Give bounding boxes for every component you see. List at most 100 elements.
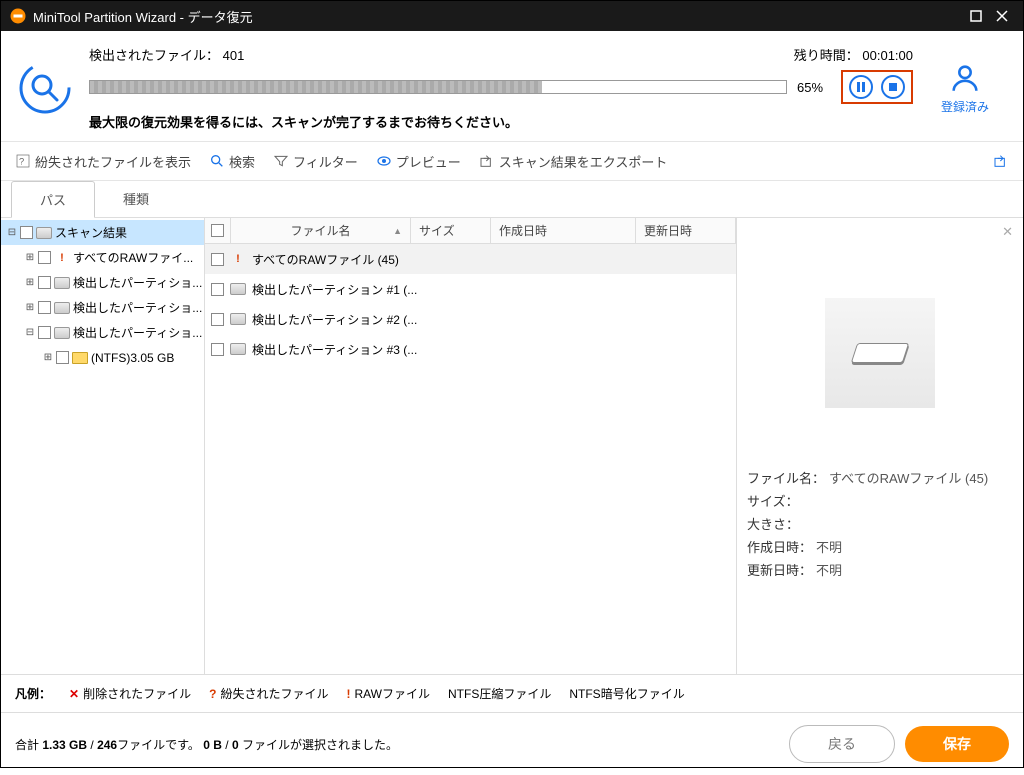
preview-close-button[interactable]: ✕ — [1002, 224, 1013, 240]
column-checkbox[interactable] — [205, 218, 231, 243]
tab-type[interactable]: 種類 — [95, 181, 177, 217]
svg-text:?: ? — [19, 156, 24, 166]
tree-row[interactable]: ⊞ 検出したパーティショ... — [1, 295, 204, 320]
tabs: パス 種類 — [1, 181, 1023, 218]
preview-button[interactable]: プレビュー — [376, 152, 461, 171]
account-area[interactable]: 登録済み — [925, 61, 1005, 115]
tree-checkbox[interactable] — [56, 351, 69, 364]
legend-compressed: NTFS圧縮ファイル — [448, 685, 551, 702]
file-checkbox[interactable] — [211, 283, 224, 296]
share-button[interactable] — [993, 153, 1009, 169]
back-button[interactable]: 戻る — [789, 725, 895, 763]
filecount-value: 401 — [223, 48, 245, 63]
tree-checkbox[interactable] — [38, 326, 51, 339]
preview-mdate-value: 不明 — [816, 563, 842, 578]
file-row[interactable]: 検出したパーティション #3 (... — [205, 334, 736, 364]
raw-icon: ! — [54, 252, 70, 264]
expand-icon[interactable]: ⊞ — [25, 277, 35, 288]
legend-encrypted: NTFS暗号化ファイル — [569, 685, 684, 702]
file-row[interactable]: 検出したパーティション #1 (... — [205, 274, 736, 304]
tree-label: すべてのRAWファイ... — [73, 249, 193, 266]
tree-checkbox[interactable] — [38, 276, 51, 289]
tab-path[interactable]: パス — [11, 181, 95, 218]
preview-name-value: すべてのRAWファイル (45) — [829, 471, 988, 486]
preview-mdate-label: 更新日時： — [747, 563, 812, 578]
file-label: 検出したパーティション #1 (... — [252, 281, 417, 298]
folder-icon — [72, 352, 88, 364]
preview-bigness-label: 大きさ： — [747, 517, 799, 532]
maximize-button[interactable] — [963, 3, 989, 29]
scan-message: 最大限の復元効果を得るには、スキャンが完了するまでお待ちください。 — [89, 112, 913, 131]
expand-icon[interactable]: ⊟ — [7, 227, 17, 238]
legend-title: 凡例： — [15, 685, 51, 702]
column-filename[interactable]: ファイル名▲ — [231, 218, 411, 243]
drive-icon — [54, 277, 70, 289]
disk-icon — [851, 343, 909, 363]
drive-icon — [230, 313, 246, 325]
file-label: 検出したパーティション #2 (... — [252, 311, 417, 328]
legend-lost: ?紛失されたファイル — [209, 685, 328, 702]
file-list: ファイル名▲ サイズ 作成日時 更新日時 !すべてのRAWファイル (45) 検出… — [205, 218, 737, 674]
file-checkbox[interactable] — [211, 253, 224, 266]
tree-label: スキャン結果 — [55, 224, 127, 241]
tree-row[interactable]: ⊞ (NTFS)3.05 GB — [1, 345, 204, 370]
stop-button[interactable] — [881, 75, 905, 99]
tree-row[interactable]: ⊟ スキャン結果 — [1, 220, 204, 245]
file-row[interactable]: 検出したパーティション #2 (... — [205, 304, 736, 334]
column-created[interactable]: 作成日時 — [491, 218, 636, 243]
tree-label: 検出したパーティショ... — [73, 299, 202, 316]
column-size[interactable]: サイズ — [411, 218, 491, 243]
preview-thumbnail — [825, 298, 935, 408]
preview-name-label: ファイル名： — [747, 471, 825, 486]
app-logo-icon — [9, 7, 27, 25]
tree-checkbox[interactable] — [38, 301, 51, 314]
drive-icon — [36, 227, 52, 239]
legend: 凡例： ✕削除されたファイル ?紛失されたファイル !RAWファイル NTFS圧… — [1, 674, 1023, 712]
tree-row[interactable]: ⊞検出したパーティショ... — [1, 270, 204, 295]
tree-label: (NTFS)3.05 GB — [91, 351, 174, 365]
titlebar: MiniTool Partition Wizard - データ復元 — [1, 1, 1023, 31]
pause-button[interactable] — [849, 75, 873, 99]
filter-button[interactable]: フィルター — [273, 152, 358, 171]
tree-row[interactable]: ⊞!すべてのRAWファイ... — [1, 245, 204, 270]
tree-checkbox[interactable] — [20, 226, 33, 239]
column-modified[interactable]: 更新日時 — [636, 218, 736, 243]
drive-icon — [230, 283, 246, 295]
file-checkbox[interactable] — [211, 343, 224, 356]
preview-pane: ✕ ファイル名： すべてのRAWファイル (45) サイズ： 大きさ： 作成日時：… — [737, 218, 1023, 674]
toolbar: ?紛失されたファイルを表示 検索 フィルター プレビュー スキャン結果をエクスポ… — [1, 141, 1023, 181]
tree-row[interactable]: ⊟ 検出したパーティショ... — [1, 320, 204, 345]
expand-icon[interactable]: ⊞ — [25, 302, 35, 313]
folder-tree: ⊟スキャン結果⊞!すべてのRAWファイ...⊞検出したパーティショ...⊞検出し… — [1, 218, 205, 674]
tree-checkbox[interactable] — [38, 251, 51, 264]
scan-header: 検出されたファイル： 401 残り時間： 00:01:00 65% 最大限の復元… — [1, 31, 1023, 141]
footer: 合計 1.33 GB / 246ファイルです。 0 B / 0 ファイルが選択さ… — [1, 712, 1023, 775]
drive-icon — [230, 343, 246, 355]
file-label: 検出したパーティション #3 (... — [252, 341, 417, 358]
file-row[interactable]: !すべてのRAWファイル (45) — [205, 244, 736, 274]
preview-cdate-label: 作成日時： — [747, 540, 812, 555]
expand-icon[interactable]: ⊞ — [43, 352, 53, 363]
search-button[interactable]: 検索 — [209, 152, 255, 171]
drive-icon — [54, 327, 70, 339]
file-checkbox[interactable] — [211, 313, 224, 326]
scan-progress-bar — [89, 80, 787, 94]
export-button[interactable]: スキャン結果をエクスポート — [479, 152, 668, 171]
filecount-label: 検出されたファイル： — [89, 48, 219, 63]
scan-controls — [841, 70, 913, 104]
show-lost-files-button[interactable]: ?紛失されたファイルを表示 — [15, 152, 191, 171]
content-area: ⊟スキャン結果⊞!すべてのRAWファイ...⊞検出したパーティショ...⊞検出し… — [1, 218, 1023, 674]
expand-icon[interactable]: ⊟ — [25, 327, 35, 338]
raw-icon: ! — [230, 253, 246, 265]
remaining-value: 00:01:00 — [862, 48, 913, 63]
remaining-label: 残り時間： — [794, 48, 859, 63]
expand-icon[interactable]: ⊞ — [25, 252, 35, 263]
close-button[interactable] — [989, 3, 1015, 29]
preview-size-label: サイズ： — [747, 494, 799, 509]
tree-label: 検出したパーティショ... — [73, 324, 202, 341]
scanning-icon — [13, 56, 77, 120]
window-title: MiniTool Partition Wizard - データ復元 — [33, 7, 253, 26]
save-button[interactable]: 保存 — [905, 726, 1009, 762]
legend-raw: !RAWファイル — [346, 685, 430, 702]
scan-progress-percent: 65% — [797, 80, 831, 95]
